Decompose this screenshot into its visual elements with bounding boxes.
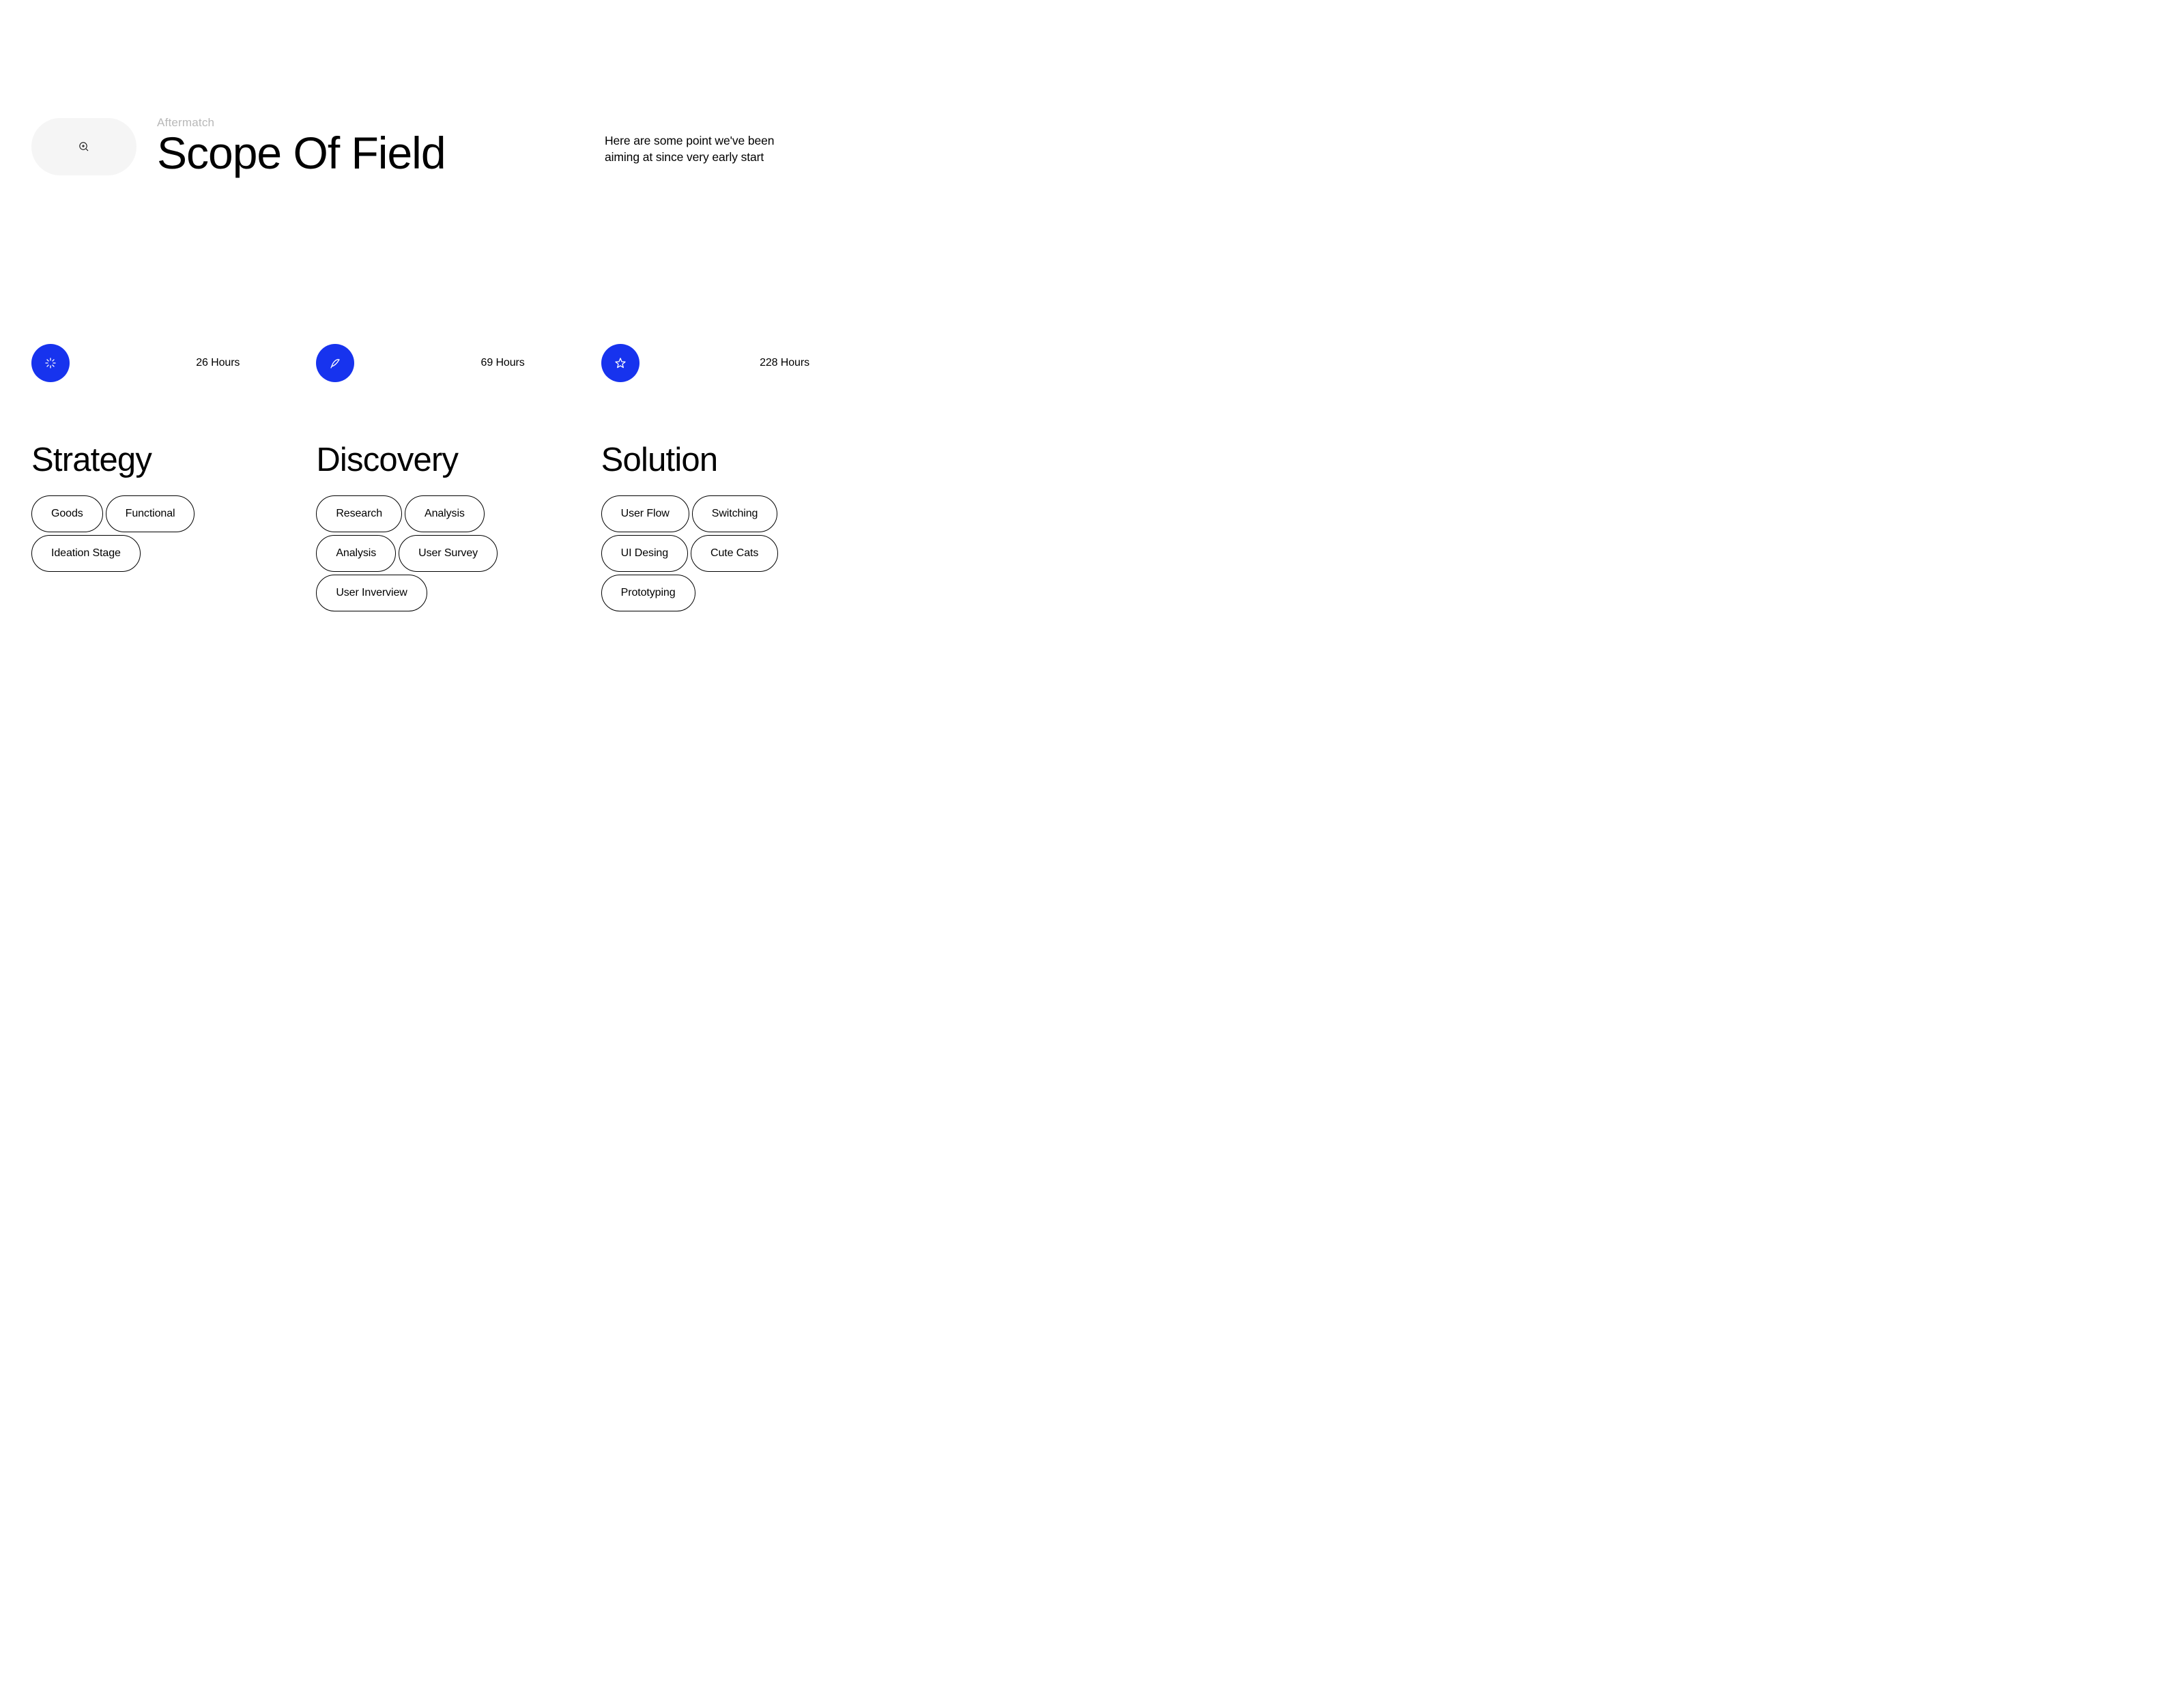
tag[interactable]: User Survey [399,535,498,572]
card-title: Discovery [316,441,524,479]
tags: Research Analysis Analysis User Survey U… [316,495,524,611]
tags: User Flow Switching UI Desing Cute Cats … [601,495,809,611]
zoom-pill[interactable] [31,118,136,175]
tag[interactable]: User Inverview [316,575,427,611]
tag[interactable]: Research [316,495,402,532]
card-solution: 228 Hours Solution User Flow Switching U… [601,344,809,611]
icon-circle [601,344,640,382]
card-discovery: 69 Hours Discovery Research Analysis Ana… [316,344,524,611]
tag[interactable]: Prototyping [601,575,695,611]
hours-label: 228 Hours [760,357,809,369]
sparkle-icon [44,357,57,369]
card-top: 26 Hours [31,344,240,382]
hours-label: 69 Hours [481,357,525,369]
tag[interactable]: Analysis [405,495,485,532]
card-top: 228 Hours [601,344,809,382]
target-icon [78,141,89,152]
card-title: Solution [601,441,809,479]
feather-icon [329,357,342,370]
tag[interactable]: User Flow [601,495,689,532]
tag[interactable]: Switching [692,495,778,532]
tags: Goods Functional Ideation Stage [31,495,240,572]
page-title: Scope Of Field [157,130,584,177]
tag[interactable]: UI Desing [601,535,688,572]
card-title: Strategy [31,441,240,479]
hours-label: 26 Hours [196,357,240,369]
tag[interactable]: Goods [31,495,103,532]
title-block: Aftermatch Scope Of Field [157,116,584,177]
cards: 26 Hours Strategy Goods Functional Ideat… [31,344,809,611]
subtitle: Here are some point we've been aiming at… [605,128,809,165]
tag[interactable]: Functional [106,495,195,532]
card-top: 69 Hours [316,344,524,382]
tag[interactable]: Cute Cats [691,535,778,572]
icon-circle [31,344,70,382]
tag[interactable]: Ideation Stage [31,535,141,572]
card-strategy: 26 Hours Strategy Goods Functional Ideat… [31,344,240,611]
header: Aftermatch Scope Of Field Here are some … [31,116,809,177]
tag[interactable]: Analysis [316,535,396,572]
star-icon [614,357,627,369]
icon-circle [316,344,354,382]
